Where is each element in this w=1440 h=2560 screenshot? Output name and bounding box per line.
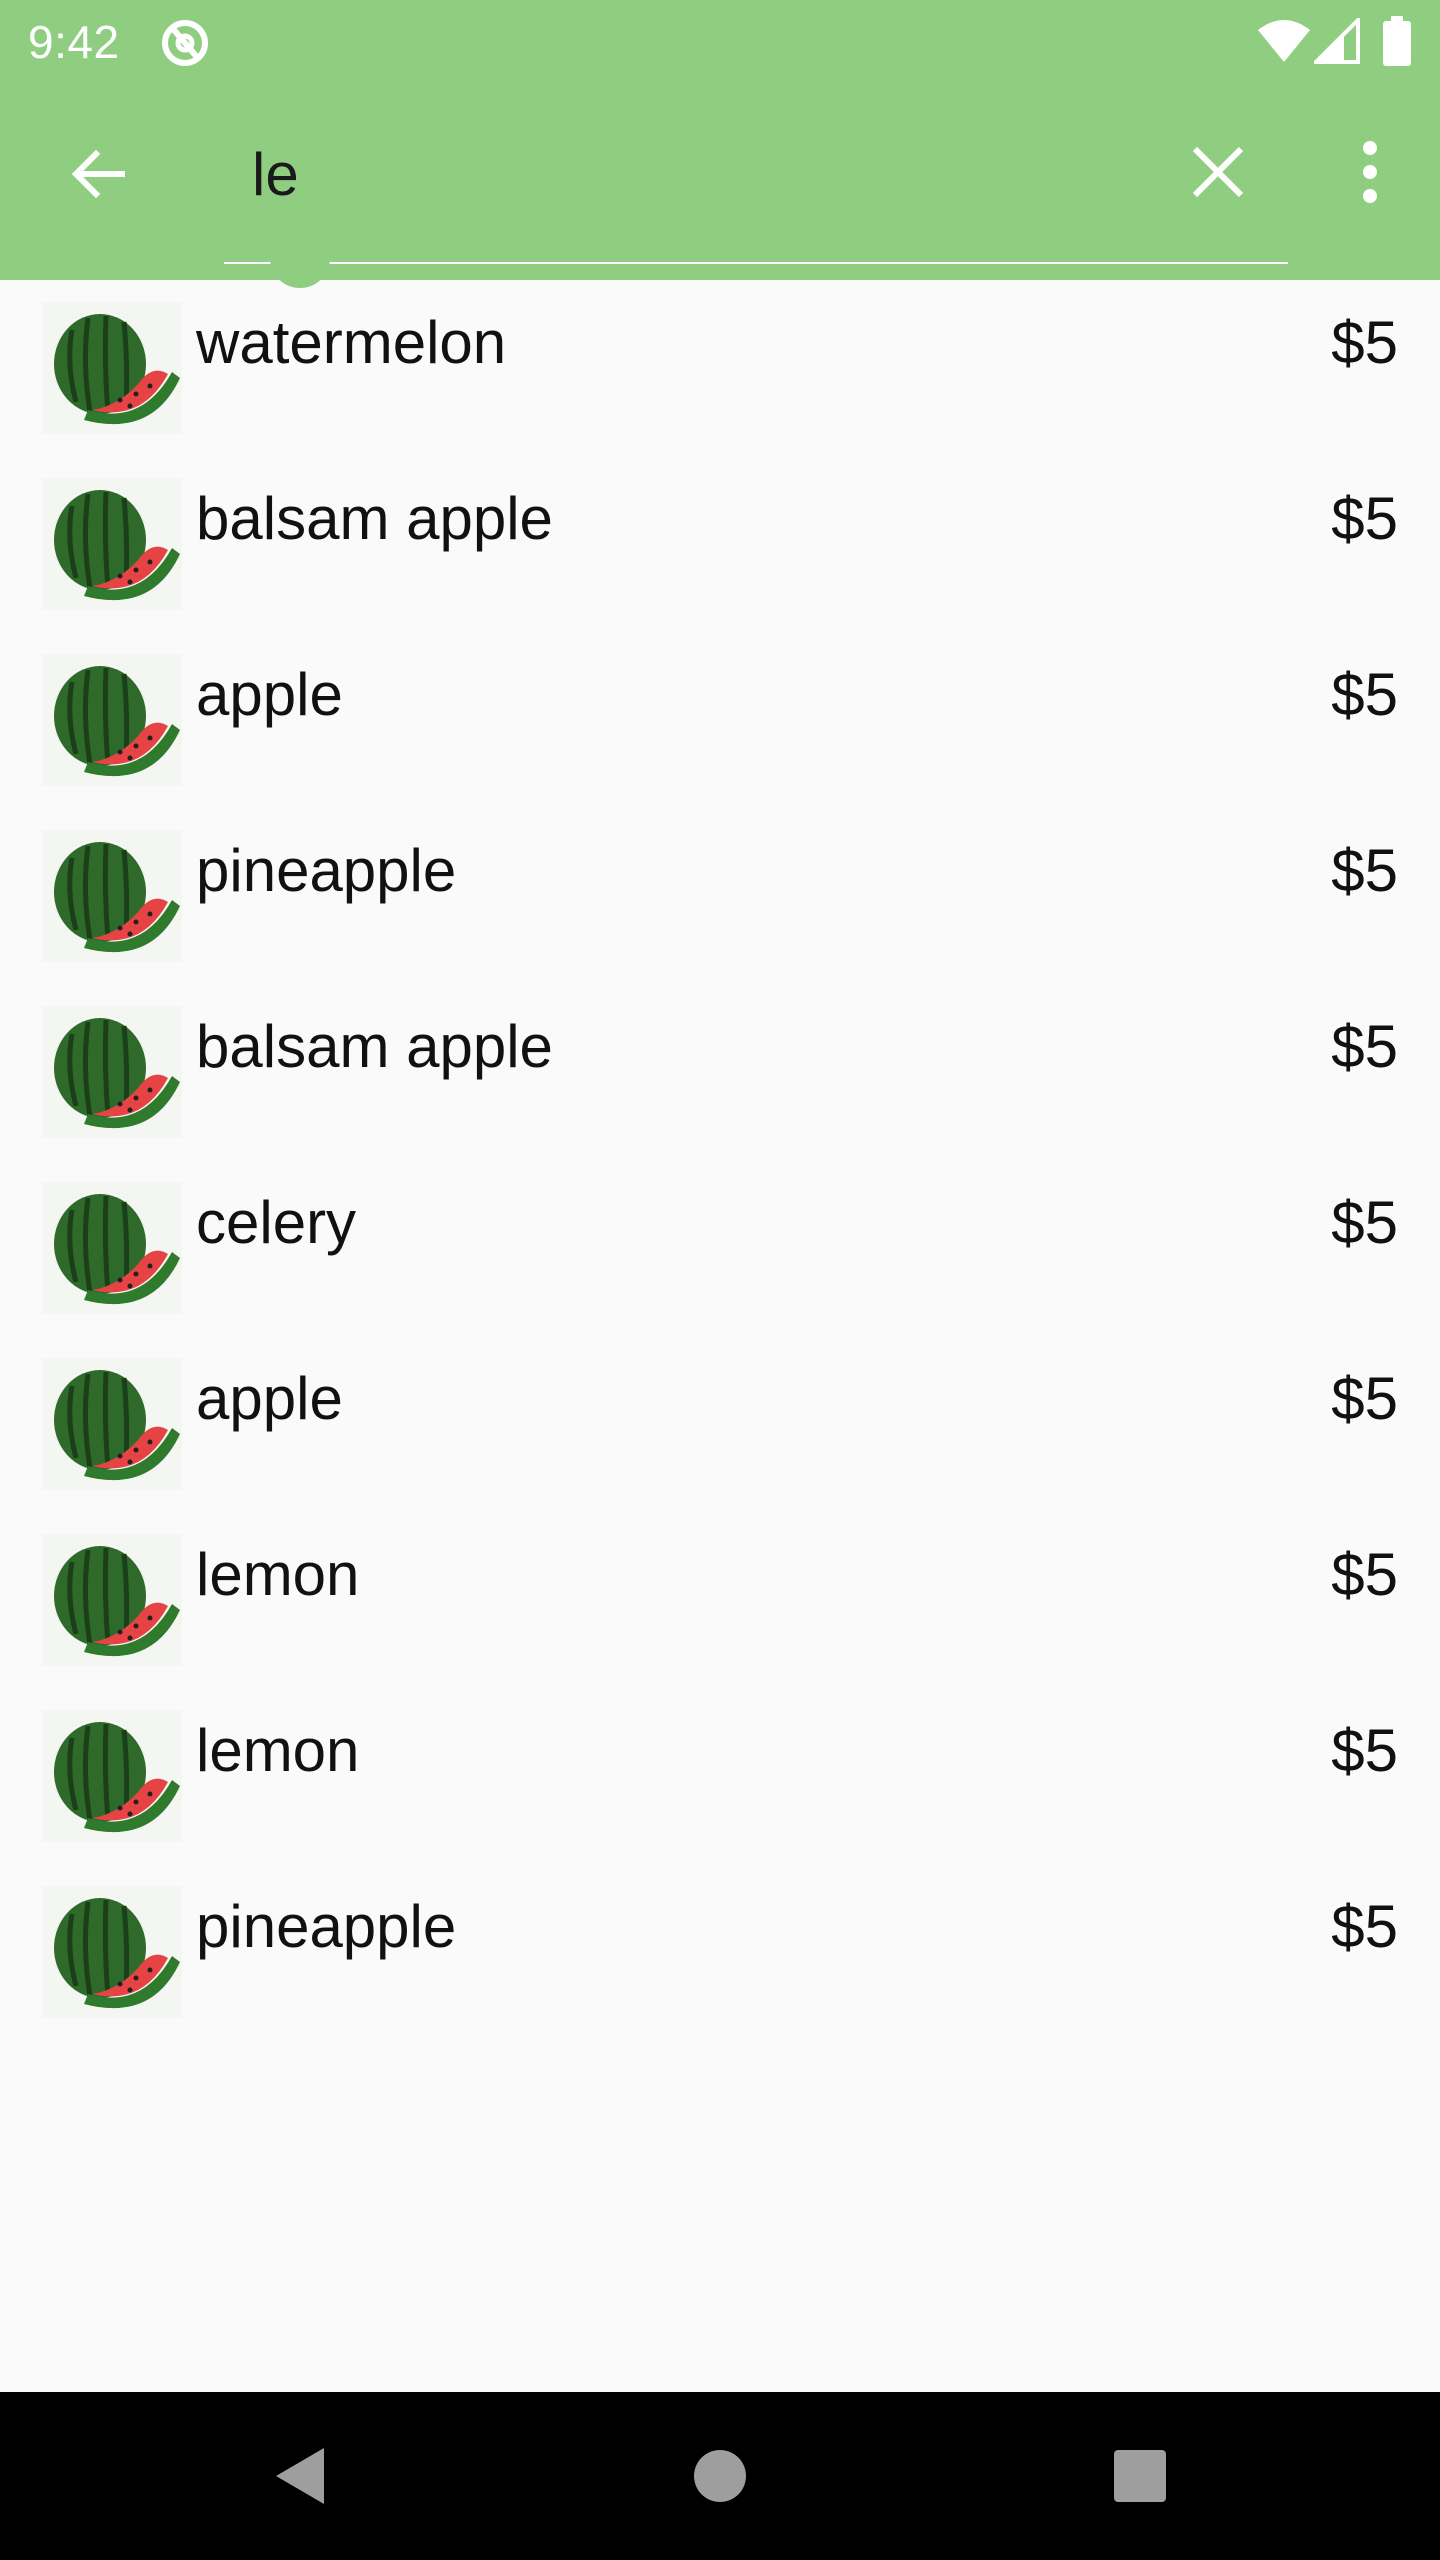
status-time: 9:42 <box>28 16 120 68</box>
item-price: $5 <box>1331 1717 1398 1784</box>
item-price: $5 <box>1331 1541 1398 1608</box>
watermelon-image <box>42 1710 182 1842</box>
search-field[interactable]: le <box>224 84 1288 264</box>
list-item[interactable]: celery $5 <box>0 1160 1440 1336</box>
item-name: watermelon <box>196 309 507 376</box>
watermelon-image <box>42 1182 182 1314</box>
nav-back-icon[interactable] <box>258 2434 342 2518</box>
item-name: lemon <box>196 1717 360 1784</box>
close-icon <box>1192 146 1244 198</box>
search-underline <box>224 262 1288 264</box>
watermelon-image <box>42 1358 182 1490</box>
system-nav-bar <box>0 2392 1440 2560</box>
watermelon-image <box>42 302 182 434</box>
sync-icon <box>162 20 208 66</box>
item-price: $5 <box>1331 1189 1398 1256</box>
item-price: $5 <box>1331 309 1398 376</box>
arrow-back-icon <box>71 149 125 199</box>
clear-search-button[interactable] <box>1170 124 1266 220</box>
product-list: watermelon $5 balsam apple $5 apple $5 p… <box>0 280 1440 2040</box>
watermelon-image <box>42 478 182 610</box>
list-item[interactable]: lemon $5 <box>0 1688 1440 1864</box>
watermelon-image <box>42 830 182 962</box>
item-price: $5 <box>1331 837 1398 904</box>
item-name: lemon <box>196 1541 360 1608</box>
list-item[interactable]: pineapple $5 <box>0 1864 1440 2040</box>
item-name: apple <box>196 1365 343 1432</box>
list-item[interactable]: pineapple $5 <box>0 808 1440 984</box>
watermelon-image <box>42 1006 182 1138</box>
search-input[interactable]: le <box>252 142 299 208</box>
watermelon-image <box>42 654 182 786</box>
list-item[interactable]: balsam apple $5 <box>0 984 1440 1160</box>
overflow-menu-button[interactable] <box>1322 124 1418 220</box>
text-cursor-handle[interactable] <box>264 258 336 304</box>
signal-icon <box>1314 18 1360 64</box>
status-bar: 9:42 <box>0 0 1440 84</box>
item-name: balsam apple <box>196 485 553 552</box>
item-price: $5 <box>1331 661 1398 728</box>
list-item[interactable]: apple $5 <box>0 1336 1440 1512</box>
item-name: balsam apple <box>196 1013 553 1080</box>
list-item[interactable]: apple $5 <box>0 632 1440 808</box>
item-name: pineapple <box>196 1893 457 1960</box>
item-price: $5 <box>1331 1013 1398 1080</box>
more-vert-icon <box>1363 141 1377 203</box>
list-item[interactable]: lemon $5 <box>0 1512 1440 1688</box>
nav-home-icon[interactable] <box>678 2434 762 2518</box>
list-item[interactable]: watermelon $5 <box>0 280 1440 456</box>
item-price: $5 <box>1331 1893 1398 1960</box>
search-app-bar: le <box>0 84 1440 280</box>
nav-recents-icon[interactable] <box>1098 2434 1182 2518</box>
item-name: apple <box>196 661 343 728</box>
item-price: $5 <box>1331 1365 1398 1432</box>
watermelon-image <box>42 1534 182 1666</box>
back-button[interactable] <box>50 126 146 222</box>
item-name: celery <box>196 1189 357 1256</box>
watermelon-image <box>42 1886 182 2018</box>
battery-icon <box>1383 16 1411 66</box>
list-item[interactable]: balsam apple $5 <box>0 456 1440 632</box>
item-name: pineapple <box>196 837 457 904</box>
wifi-icon <box>1258 20 1310 62</box>
item-price: $5 <box>1331 485 1398 552</box>
